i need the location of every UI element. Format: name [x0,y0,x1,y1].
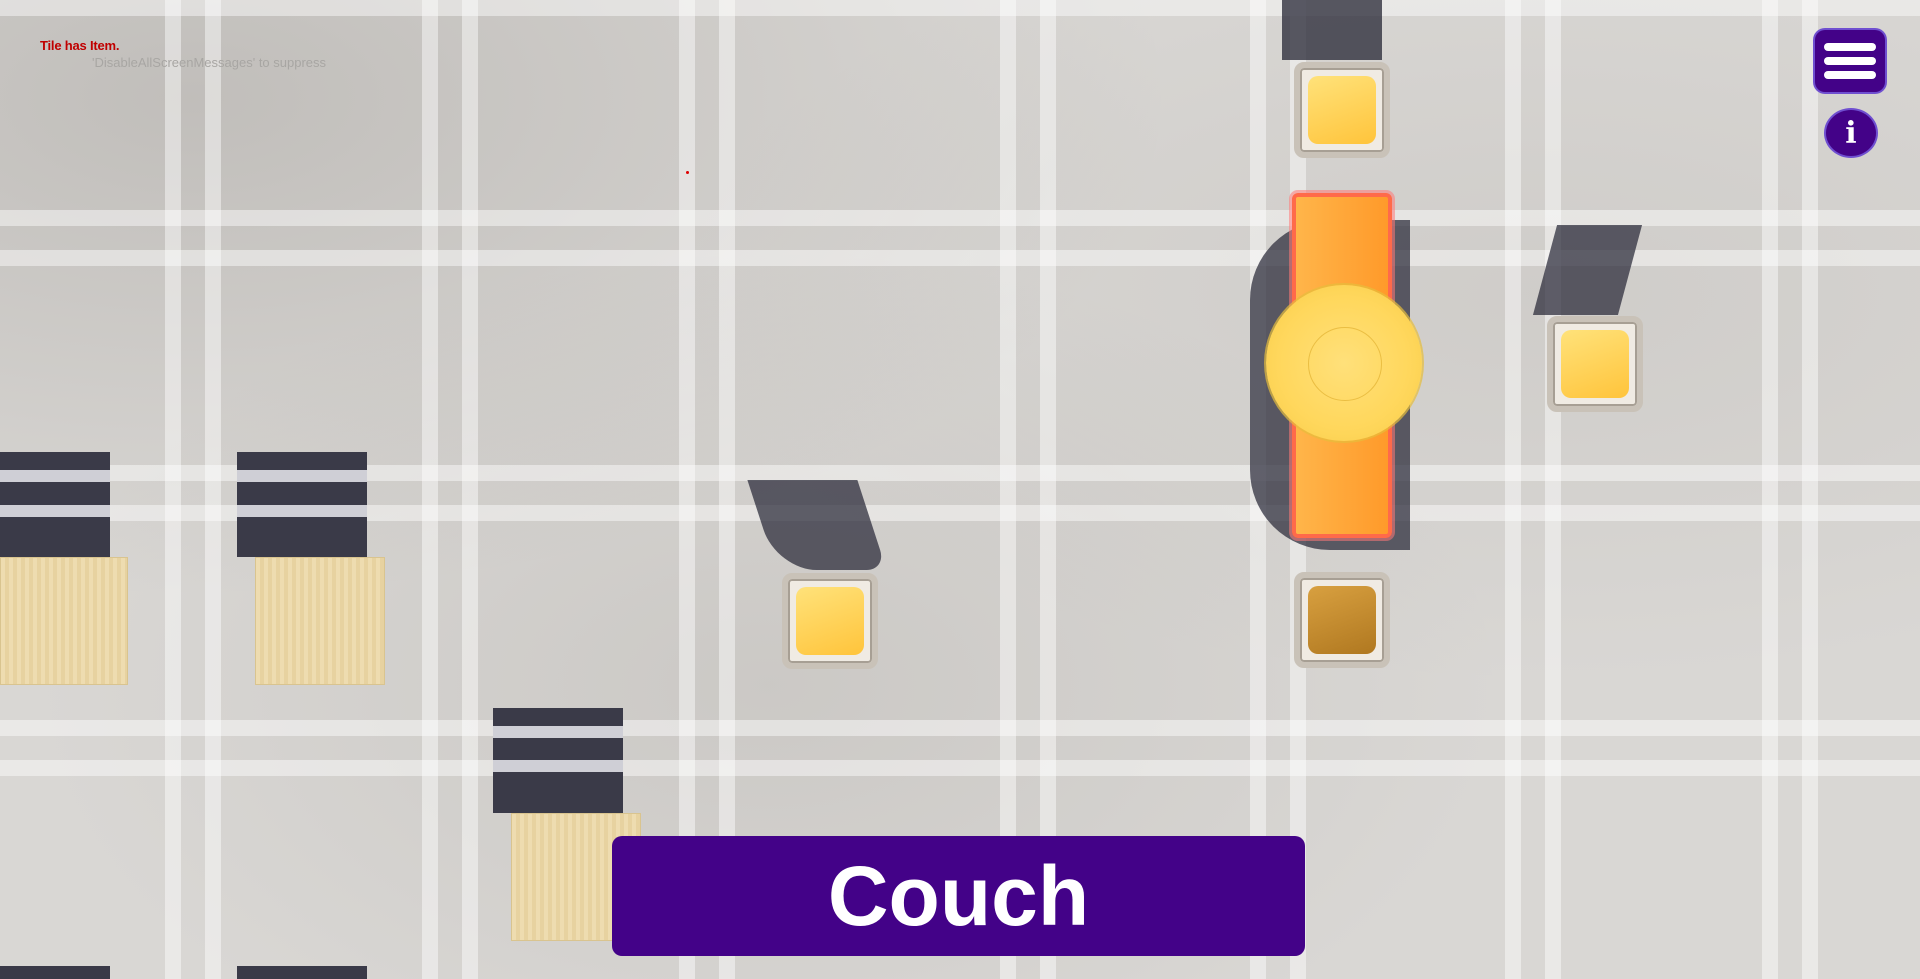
floor-grid-line [0,760,1920,776]
hamburger-menu-icon [1824,43,1876,51]
chair-shadow [747,480,887,570]
floor-grid-line [205,0,221,979]
crate-rung [493,760,623,772]
selected-item-banner: Couch [612,836,1305,956]
floor-grid-line [0,720,1920,736]
crate-rung [237,505,367,517]
round-table[interactable] [1266,285,1422,441]
crate-shadow [0,966,110,979]
armchair[interactable] [1547,316,1643,412]
game-viewport[interactable] [0,0,1920,979]
floor-grid-line [679,0,695,979]
chair-cushion [1561,330,1629,398]
chair-cushion [796,587,864,655]
crate-rung [237,470,367,482]
floor-grid-line [0,0,1920,16]
armchair[interactable] [782,573,878,669]
chair-cushion [1308,76,1376,144]
floor-grid-line [719,0,735,979]
crate[interactable] [255,557,385,685]
hamburger-menu-icon [1824,57,1876,65]
floor-grid-line [462,0,478,979]
armchair[interactable] [1294,62,1390,158]
chair-cushion [1308,586,1376,654]
crate-rung [0,470,110,482]
debug-message: Tile has Item. [40,38,120,53]
floor-grid-line [165,0,181,979]
floor-grid-line [1762,0,1778,979]
crate-rung [493,726,623,738]
floor-grid-line [1802,0,1818,979]
info-icon: i [1845,115,1857,151]
floor-grid-line [1545,0,1561,979]
hamburger-menu-icon [1824,71,1876,79]
crate[interactable] [0,557,128,685]
armchair[interactable] [1294,572,1390,668]
floor-grid-line [422,0,438,979]
debug-hint: 'DisableAllScreenMessages' to suppress [92,55,327,70]
selected-item-name: Couch [827,848,1090,943]
cursor-dot [686,171,689,174]
menu-button[interactable] [1815,30,1885,92]
floor-grid-line [1505,0,1521,979]
crate-rung [0,505,110,517]
crate-shadow [237,966,367,979]
floor-grid-line [1040,0,1056,979]
floor-grid-line [1000,0,1016,979]
floor-grid-line [0,210,1920,226]
chair-shadow [1282,0,1382,60]
info-button[interactable]: i [1826,110,1876,156]
